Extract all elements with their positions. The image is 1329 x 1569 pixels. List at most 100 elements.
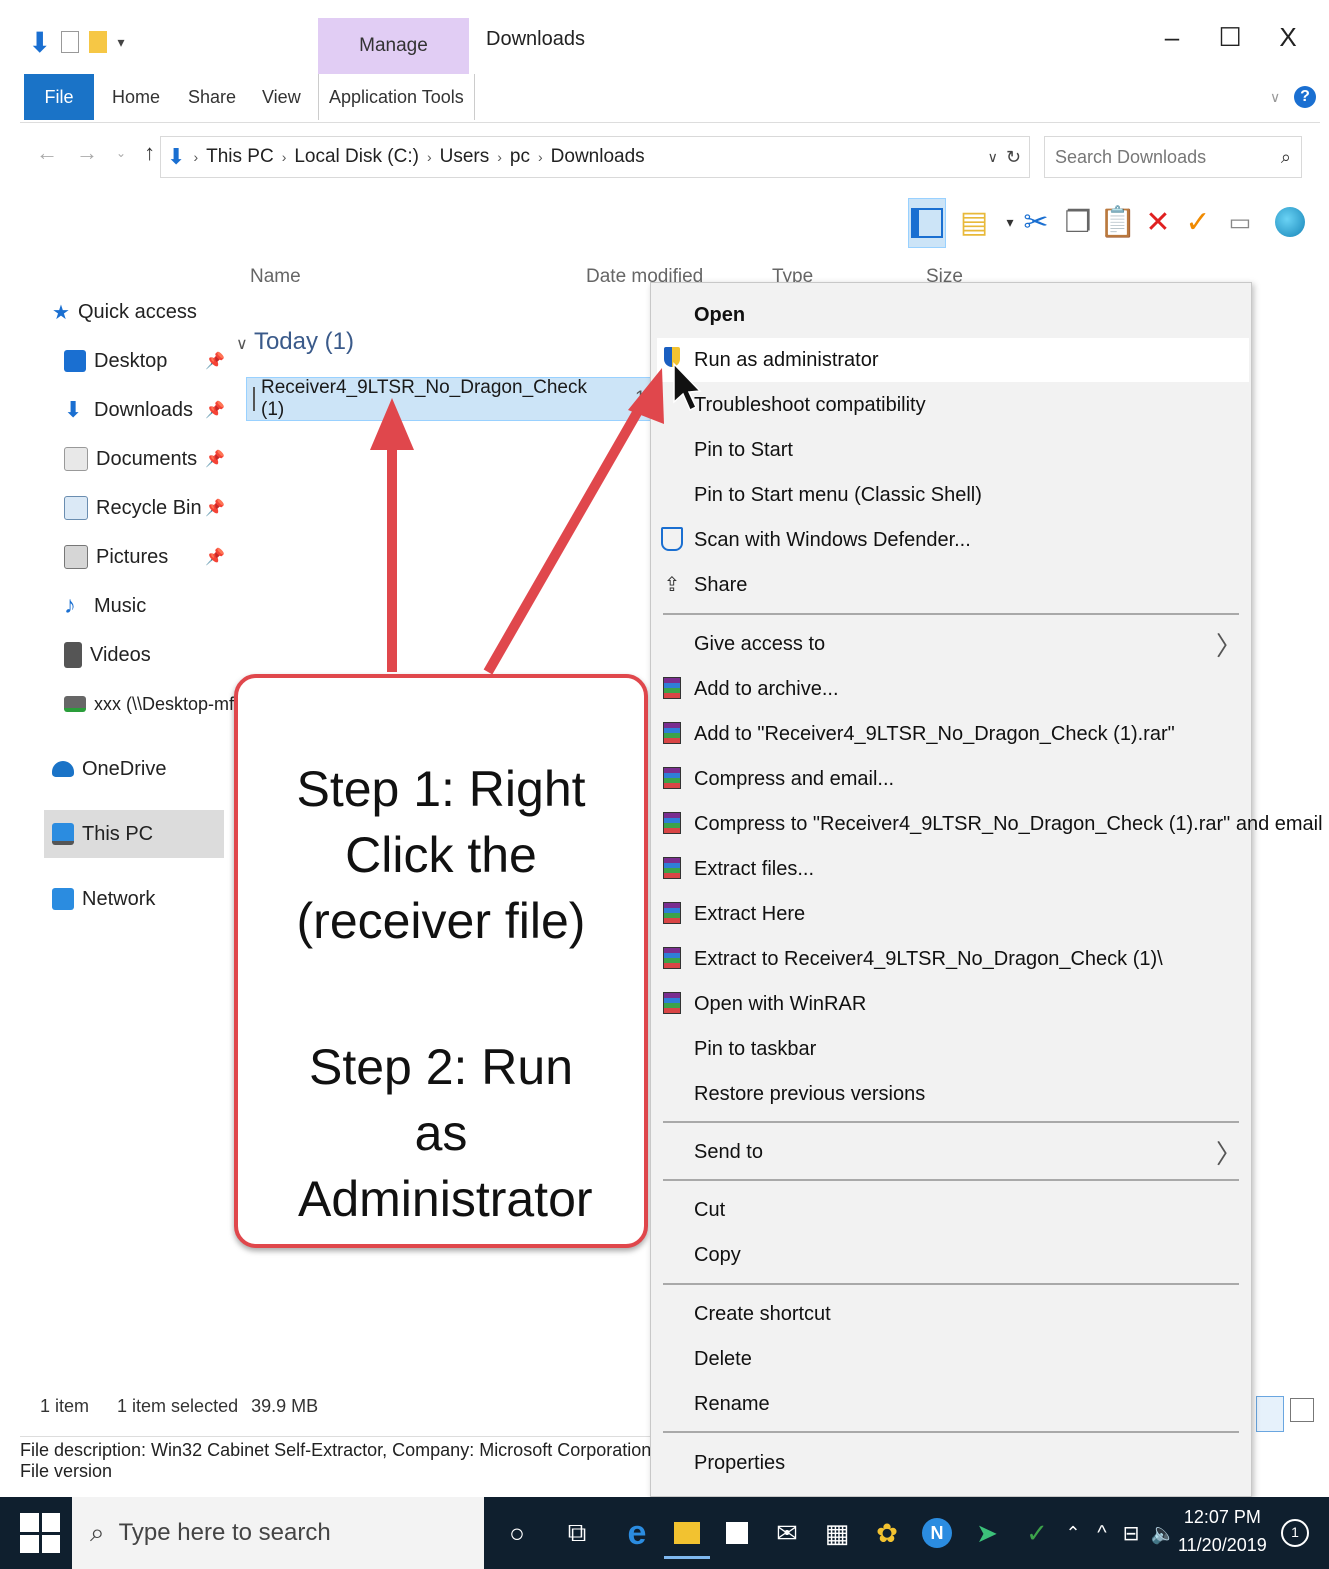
n-app-icon[interactable]: N: [914, 1510, 960, 1556]
sidebar-item-network[interactable]: Network: [52, 883, 155, 915]
menu-item-cut[interactable]: Cut: [694, 1190, 725, 1230]
start-button[interactable]: [20, 1513, 60, 1553]
up-arrow-icon[interactable]: ↑: [144, 140, 155, 166]
menu-item-troubleshoot-compatibility[interactable]: Troubleshoot compatibility: [694, 385, 926, 425]
search-box[interactable]: Search Downloads ⌕: [1044, 136, 1302, 178]
select-icon[interactable]: ▭: [1222, 198, 1258, 246]
tab-view[interactable]: View: [262, 74, 301, 120]
preview-pane-icon[interactable]: [908, 198, 946, 248]
menu-item-restore-previous-versions[interactable]: Restore previous versions: [694, 1074, 925, 1114]
sidebar-item-recycle-bin[interactable]: Recycle Bin 📌: [64, 492, 225, 524]
menu-item-pin-to-start[interactable]: Pin to Start: [694, 430, 793, 470]
menu-item-copy[interactable]: Copy: [694, 1235, 741, 1275]
photos-app-icon[interactable]: ▦: [814, 1510, 860, 1556]
cortana-icon[interactable]: ○: [494, 1510, 540, 1556]
ribbon-expand-chevron-icon[interactable]: ∨: [1270, 74, 1280, 120]
menu-item-add-to-archive[interactable]: Add to archive...: [694, 669, 839, 709]
details-view-icon[interactable]: [1256, 1396, 1284, 1432]
menu-item-run-as-administrator[interactable]: Run as administrator: [694, 340, 879, 380]
menu-item-create-shortcut[interactable]: Create shortcut: [694, 1294, 831, 1334]
menu-item-share[interactable]: Share: [694, 565, 747, 605]
menu-item-add-to-rar[interactable]: Add to "Receiver4_9LTSR_No_Dragon_Check …: [694, 714, 1175, 754]
menu-item-properties[interactable]: Properties: [694, 1443, 785, 1483]
manage-context-tab[interactable]: Manage: [318, 18, 469, 74]
store-icon[interactable]: [714, 1510, 760, 1556]
back-arrow-icon[interactable]: ←: [36, 140, 58, 166]
network-tray-icon[interactable]: ⊟: [1116, 1510, 1146, 1556]
forward-arrow-icon[interactable]: →: [76, 140, 98, 166]
menu-item-extract-files[interactable]: Extract files...: [694, 849, 814, 889]
delete-icon[interactable]: ✕: [1140, 198, 1176, 246]
taskbar-search-box[interactable]: ⌕ Type here to search: [72, 1497, 484, 1569]
new-folder-icon[interactable]: [89, 31, 108, 53]
menu-item-give-access-to[interactable]: Give access to 〉: [694, 624, 1242, 664]
group-header[interactable]: ∨ Today (1): [236, 328, 354, 356]
menu-item-extract-to-folder[interactable]: Extract to Receiver4_9LTSR_No_Dragon_Che…: [694, 939, 1163, 979]
refresh-icon[interactable]: ↻: [1006, 147, 1021, 168]
menu-item-compress-and-email[interactable]: Compress and email...: [694, 759, 894, 799]
sidebar-item-network-drive[interactable]: xxx (\\Desktop-mfv: [64, 688, 243, 720]
address-bar[interactable]: ⬇ › This PC › Local Disk (C:) › Users › …: [160, 136, 1030, 178]
breadcrumb-local-disk[interactable]: Local Disk (C:): [294, 146, 419, 168]
overflow-chevron-icon[interactable]: ⌃: [1058, 1510, 1088, 1556]
sidebar-item-downloads[interactable]: ⬇ Downloads 📌: [64, 394, 225, 426]
properties-icon[interactable]: [61, 31, 80, 53]
breadcrumb-users[interactable]: Users: [440, 146, 490, 168]
copy-icon[interactable]: ❐: [1060, 198, 1096, 246]
tab-share[interactable]: Share: [188, 74, 236, 120]
minimize-button[interactable]: –: [1152, 22, 1192, 53]
app-icon[interactable]: ✿: [864, 1510, 910, 1556]
menu-item-rename[interactable]: Rename: [694, 1384, 770, 1424]
cut-icon[interactable]: ✂: [1018, 198, 1054, 246]
menu-item-send-to[interactable]: Send to 〉: [694, 1132, 1242, 1172]
menu-item-pin-to-start-classic-shell[interactable]: Pin to Start menu (Classic Shell): [694, 475, 982, 515]
maximize-button[interactable]: ☐: [1210, 22, 1250, 53]
search-icon[interactable]: ⌕: [1281, 147, 1291, 168]
sidebar-item-this-pc[interactable]: This PC: [52, 818, 153, 850]
rename-check-icon[interactable]: ✓: [1180, 198, 1216, 246]
mail-icon[interactable]: ✉: [764, 1510, 810, 1556]
address-dropdown-icon[interactable]: ∨: [988, 149, 998, 166]
menu-item-pin-to-taskbar[interactable]: Pin to taskbar: [694, 1029, 816, 1069]
menu-item-scan-with-windows-defender[interactable]: Scan with Windows Defender...: [694, 520, 971, 560]
customize-qat-icon[interactable]: ▾: [117, 34, 124, 51]
tab-application-tools[interactable]: Application Tools: [318, 74, 475, 120]
clock[interactable]: 12:07 PM 11/20/2019: [1178, 1503, 1267, 1559]
column-header-name[interactable]: Name: [250, 266, 301, 288]
tab-file[interactable]: File: [24, 74, 94, 120]
breadcrumb-downloads[interactable]: Downloads: [551, 146, 645, 168]
sidebar-item-onedrive[interactable]: OneDrive: [52, 753, 166, 785]
show-hidden-icons-icon[interactable]: ^: [1090, 1510, 1114, 1556]
globe-icon[interactable]: [1272, 198, 1308, 246]
check-app-icon[interactable]: ✓: [1014, 1510, 1060, 1556]
file-row[interactable]: Receiver4_9LTSR_No_Dragon_Check (1) 11/2…: [246, 377, 681, 421]
sidebar-item-documents[interactable]: Documents 📌: [64, 443, 225, 475]
menu-item-extract-here[interactable]: Extract Here: [694, 894, 805, 934]
task-view-icon[interactable]: ⧉: [554, 1510, 600, 1556]
tab-home[interactable]: Home: [112, 74, 160, 120]
download-arrow-icon[interactable]: ⬇: [28, 26, 51, 59]
menu-item-open[interactable]: Open: [694, 295, 745, 335]
sidebar-item-videos[interactable]: Videos: [64, 639, 151, 671]
recent-chevron-icon[interactable]: ⌄: [116, 146, 126, 160]
properties-toolbar-icon[interactable]: ▤: [956, 198, 992, 246]
menu-item-compress-to-rar-and-email[interactable]: Compress to "Receiver4_9LTSR_No_Dragon_C…: [694, 804, 1323, 844]
file-explorer-taskbar-icon[interactable]: [664, 1510, 710, 1559]
paste-icon[interactable]: 📋: [1099, 198, 1136, 246]
large-icons-view-icon[interactable]: [1290, 1398, 1314, 1422]
sidebar-item-quick-access[interactable]: ★ Quick access: [52, 296, 197, 328]
breadcrumb-pc[interactable]: pc: [510, 146, 530, 168]
sidebar-item-desktop[interactable]: Desktop 📌: [64, 345, 225, 377]
menu-item-open-with-winrar[interactable]: Open with WinRAR: [694, 984, 866, 1024]
close-button[interactable]: X: [1268, 22, 1308, 53]
arrow-app-icon[interactable]: ➤: [964, 1510, 1010, 1556]
breadcrumb-this-pc[interactable]: This PC: [206, 146, 274, 168]
group-collapse-chevron-icon[interactable]: ∨: [236, 336, 248, 353]
edge-icon[interactable]: e: [614, 1510, 660, 1556]
menu-item-delete[interactable]: Delete: [694, 1339, 752, 1379]
sidebar-item-music[interactable]: ♪ Music: [64, 590, 146, 622]
volume-icon[interactable]: 🔈: [1148, 1510, 1178, 1556]
help-button[interactable]: ?: [1294, 74, 1316, 120]
sidebar-item-pictures[interactable]: Pictures 📌: [64, 541, 225, 573]
action-center-icon[interactable]: 1: [1272, 1510, 1318, 1556]
